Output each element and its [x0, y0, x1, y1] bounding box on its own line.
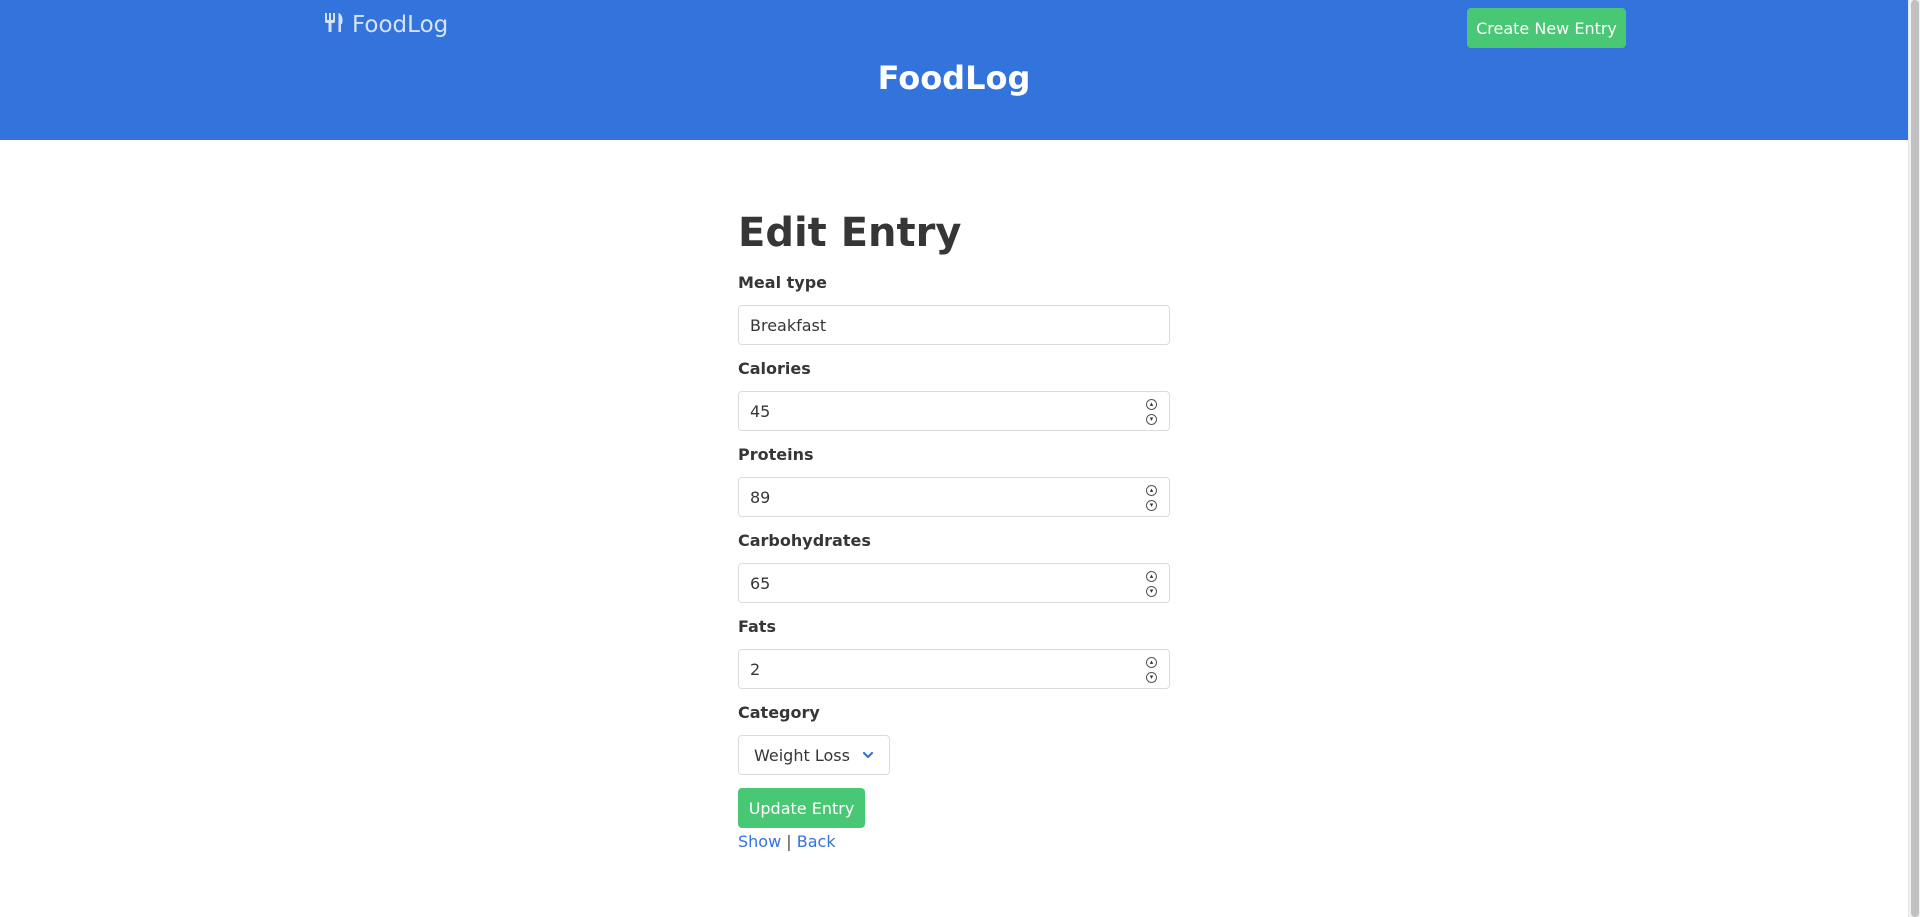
- category-label: Category: [738, 703, 820, 722]
- proteins-value: 89: [750, 487, 771, 507]
- create-new-entry-button[interactable]: Create New Entry: [1467, 8, 1626, 48]
- decrement-icon[interactable]: ▾: [1146, 672, 1157, 683]
- increment-icon[interactable]: ▴: [1146, 399, 1157, 410]
- calories-input[interactable]: 45 ▴ ▾: [738, 391, 1170, 431]
- link-separator: |: [786, 832, 792, 851]
- meal-type-value: Breakfast: [750, 315, 827, 335]
- hero-title: FoodLog: [877, 59, 1031, 97]
- vertical-scrollbar[interactable]: [1908, 0, 1920, 917]
- brand-link[interactable]: FoodLog: [324, 12, 448, 38]
- decrement-icon[interactable]: ▾: [1146, 414, 1157, 425]
- carbohydrates-label: Carbohydrates: [738, 531, 871, 550]
- utensils-icon: [325, 13, 343, 32]
- category-select[interactable]: Weight Loss: [738, 735, 890, 775]
- scrollbar-thumb[interactable]: [1911, 0, 1919, 917]
- meal-type-label: Meal type: [738, 273, 828, 292]
- chevron-down-icon: [862, 751, 874, 759]
- fats-input[interactable]: 2 ▴ ▾: [738, 649, 1170, 689]
- fats-stepper[interactable]: ▴ ▾: [1146, 657, 1157, 683]
- header: FoodLog Create New Entry FoodLog: [0, 0, 1908, 140]
- page: FoodLog Create New Entry FoodLog Edit En…: [0, 0, 1920, 917]
- update-entry-button[interactable]: Update Entry: [738, 788, 865, 828]
- increment-icon[interactable]: ▴: [1146, 657, 1157, 668]
- edit-entry-form: Edit Entry Meal type Breakfast Calories …: [738, 205, 1170, 854]
- fats-value: 2: [750, 659, 761, 679]
- calories-label: Calories: [738, 359, 811, 378]
- fats-label: Fats: [738, 617, 776, 636]
- proteins-stepper[interactable]: ▴ ▾: [1146, 485, 1157, 511]
- back-link[interactable]: Back: [797, 832, 836, 851]
- footer-links: Show | Back: [738, 832, 1170, 854]
- calories-stepper[interactable]: ▴ ▾: [1146, 399, 1157, 425]
- page-title: Edit Entry: [738, 210, 962, 256]
- carbohydrates-value: 65: [750, 573, 771, 593]
- calories-value: 45: [750, 401, 771, 421]
- category-value: Weight Loss: [754, 745, 850, 765]
- show-link[interactable]: Show: [738, 832, 781, 851]
- decrement-icon[interactable]: ▾: [1146, 586, 1157, 597]
- meal-type-input[interactable]: Breakfast: [738, 305, 1170, 345]
- decrement-icon[interactable]: ▾: [1146, 500, 1157, 511]
- proteins-input[interactable]: 89 ▴ ▾: [738, 477, 1170, 517]
- increment-icon[interactable]: ▴: [1146, 485, 1157, 496]
- carbohydrates-stepper[interactable]: ▴ ▾: [1146, 571, 1157, 597]
- carbohydrates-input[interactable]: 65 ▴ ▾: [738, 563, 1170, 603]
- increment-icon[interactable]: ▴: [1146, 571, 1157, 582]
- proteins-label: Proteins: [738, 445, 814, 464]
- brand-label: FoodLog: [352, 12, 449, 38]
